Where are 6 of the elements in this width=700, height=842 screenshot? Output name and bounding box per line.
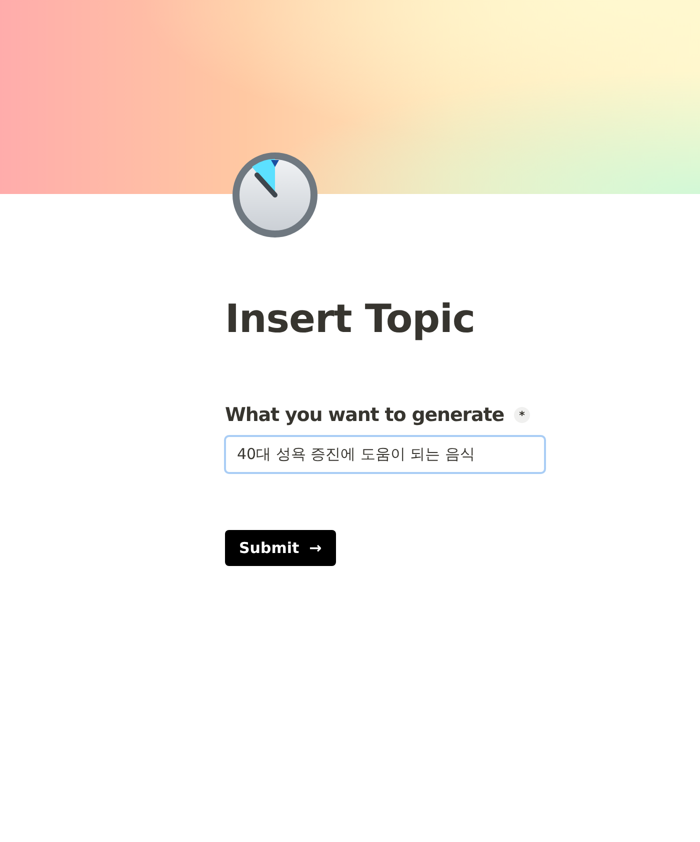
page-title: Insert Topic — [225, 296, 476, 344]
timer-icon — [232, 152, 318, 238]
required-mark: * — [514, 407, 530, 423]
input-field[interactable]: 40대 성욕 증진에 도움이 되는 음식 — [224, 435, 546, 474]
submit-button[interactable]: Submit → — [225, 530, 336, 566]
field-label: What you want to generate — [225, 404, 504, 426]
